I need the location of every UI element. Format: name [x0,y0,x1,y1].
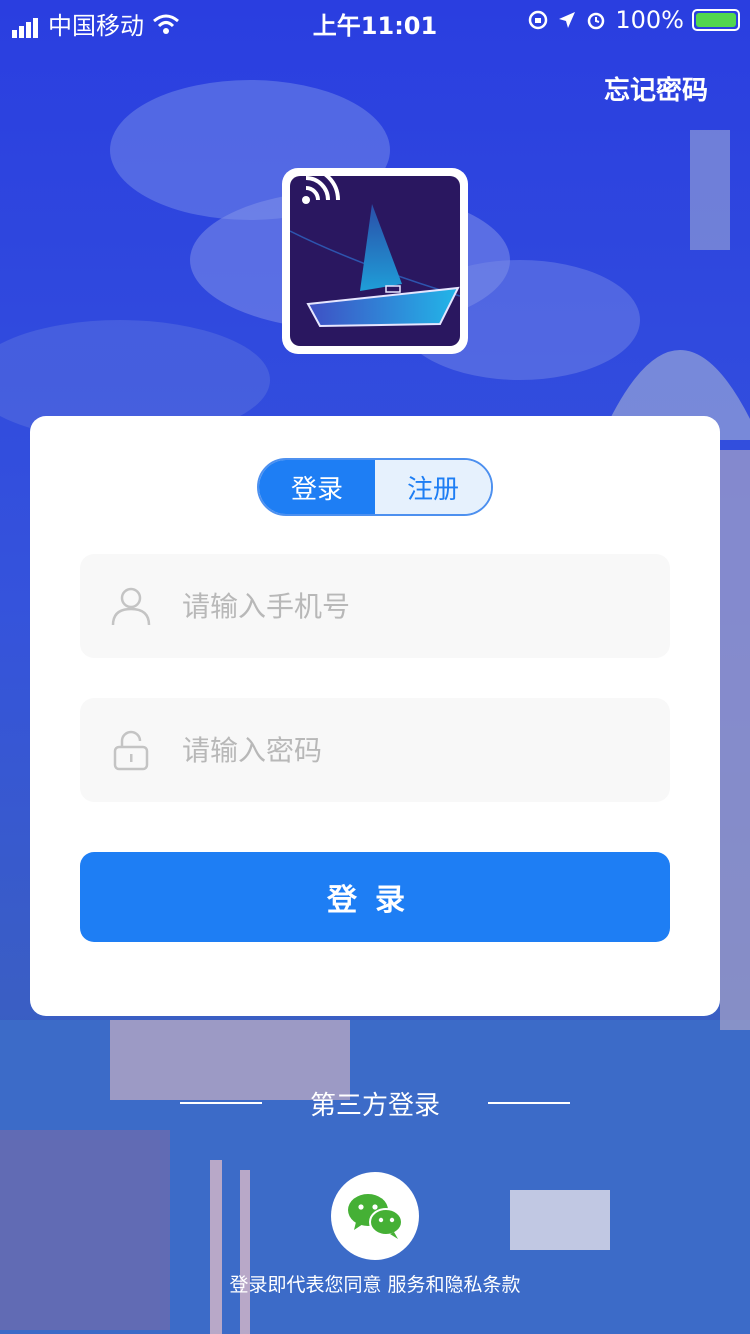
phone-input[interactable] [180,588,614,624]
password-field[interactable] [80,698,670,802]
tab-register[interactable]: 注册 [375,460,491,514]
wechat-login-button[interactable] [331,1172,419,1260]
lock-icon [113,730,149,771]
status-bar: 中国移动 上午11:01 100% [0,0,750,40]
forgot-password-link[interactable]: 忘记密码 [604,70,708,107]
login-button[interactable]: 登录 [80,852,670,942]
app-logo [282,168,468,354]
location-icon [559,12,576,28]
third-party-label: 第三方登录 [309,1090,440,1121]
phone-field[interactable] [80,554,670,658]
third-party-divider: 第三方登录 [0,1083,750,1123]
login-register-toggle: 登录 注册 [257,458,493,516]
divider-line-left [179,1102,262,1104]
user-icon [111,587,151,626]
alarm-icon [588,12,605,30]
battery-percent: 100% [615,6,684,34]
password-input[interactable] [180,732,614,768]
login-card: 登录 注册 登录 [30,416,720,1016]
terms-notice[interactable]: 登录即代表您同意 服务和隐私条款 [0,1270,750,1297]
sailboat-logo-icon [290,176,460,346]
wechat-icon [348,1194,403,1239]
tab-login[interactable]: 登录 [259,460,375,514]
lock-rotation-icon [529,10,548,30]
battery-icon [692,9,740,31]
divider-line-right [488,1102,570,1104]
